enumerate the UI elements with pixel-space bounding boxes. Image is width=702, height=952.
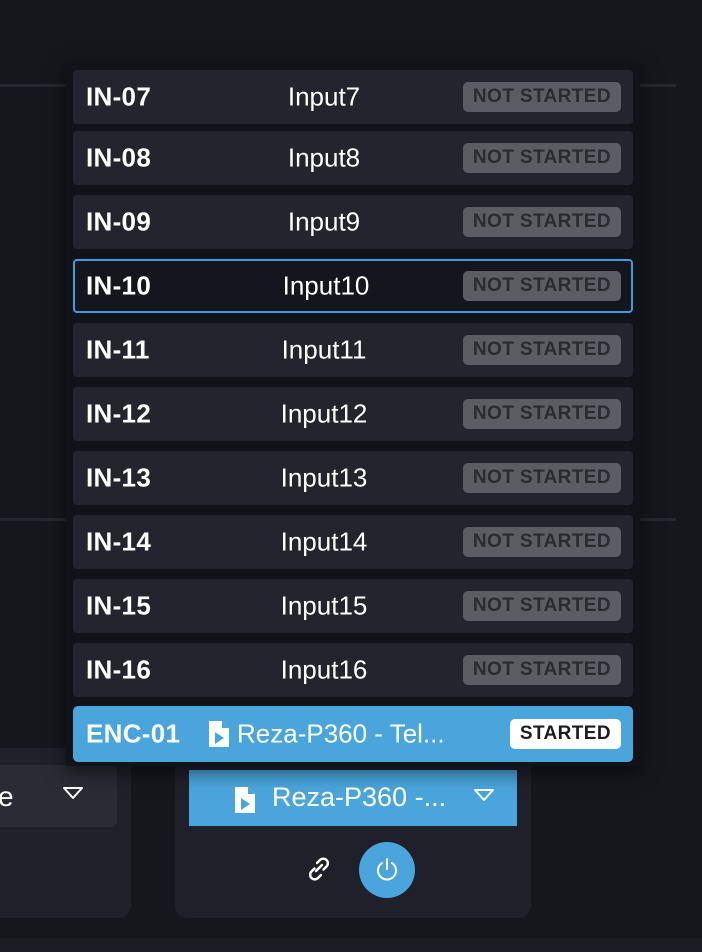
- option-name: Input7: [287, 81, 361, 112]
- status-badge: NOT STARTED: [462, 591, 621, 621]
- option-id: IN-16: [86, 654, 152, 685]
- option-id: IN-13: [86, 462, 152, 493]
- option-name: Input13: [280, 462, 368, 493]
- option-name: Reza-P360 - Tel...: [237, 718, 445, 749]
- power-button[interactable]: [359, 842, 415, 898]
- status-badge: NOT STARTED: [462, 399, 621, 429]
- document-play-icon: [208, 720, 230, 753]
- status-badge: NOT STARTED: [462, 463, 621, 493]
- option-id: IN-11: [86, 334, 150, 365]
- dropdown-option[interactable]: IN-11 Input11 NOT STARTED: [73, 323, 633, 377]
- option-id: IN-10: [86, 270, 152, 301]
- link-icon[interactable]: [305, 856, 333, 887]
- bottom-panel-edge: [0, 938, 702, 952]
- status-badge: STARTED: [509, 719, 621, 749]
- option-name: Input10: [282, 270, 370, 301]
- left-source-select[interactable]: e: [0, 765, 117, 827]
- dropdown-option[interactable]: IN-14 Input14 NOT STARTED: [73, 515, 633, 569]
- status-badge: NOT STARTED: [462, 143, 621, 173]
- dropdown-option[interactable]: IN-15 Input15 NOT STARTED: [73, 579, 633, 633]
- option-id: IN-07: [86, 81, 152, 112]
- option-id: IN-15: [86, 590, 152, 621]
- dropdown-option-focused[interactable]: IN-10 Input10 NOT STARTED: [73, 259, 633, 313]
- dropdown-option[interactable]: IN-12 Input12 NOT STARTED: [73, 387, 633, 441]
- dropdown-option[interactable]: IN-07 Input7 NOT STARTED: [73, 70, 633, 124]
- dropdown-option-selected[interactable]: ENC-01 Reza-P360 - Tel... STARTED: [73, 706, 633, 762]
- option-name: Input14: [280, 526, 368, 557]
- option-id: IN-09: [86, 206, 152, 237]
- dropdown-option[interactable]: IN-16 Input16 NOT STARTED: [73, 643, 633, 697]
- option-name: Input9: [287, 206, 361, 237]
- right-select-value: Reza-P360 -...: [272, 782, 447, 812]
- chevron-down-icon: [473, 788, 495, 807]
- option-id: IN-14: [86, 526, 152, 557]
- option-id: IN-08: [86, 142, 152, 173]
- option-name: Input15: [280, 590, 368, 621]
- status-badge: NOT STARTED: [462, 271, 621, 301]
- status-badge: NOT STARTED: [462, 655, 621, 685]
- status-badge: NOT STARTED: [462, 207, 621, 237]
- option-name: Input12: [280, 398, 368, 429]
- dropdown-option[interactable]: IN-09 Input9 NOT STARTED: [73, 195, 633, 249]
- status-badge: NOT STARTED: [462, 527, 621, 557]
- source-dropdown-list: IN-07 Input7 NOT STARTED IN-08 Input8 NO…: [66, 62, 640, 766]
- option-name: Input16: [280, 654, 368, 685]
- option-id: IN-12: [86, 398, 152, 429]
- dropdown-option[interactable]: IN-13 Input13 NOT STARTED: [73, 451, 633, 505]
- dropdown-option[interactable]: IN-08 Input8 NOT STARTED: [73, 131, 633, 185]
- option-name: Input11: [281, 334, 367, 365]
- option-id: ENC-01: [86, 718, 181, 749]
- status-badge: NOT STARTED: [462, 335, 621, 365]
- status-badge: NOT STARTED: [462, 82, 621, 112]
- left-select-value: e: [0, 781, 14, 812]
- option-name: Input8: [287, 142, 361, 173]
- document-play-icon: [234, 786, 256, 819]
- right-source-select[interactable]: Reza-P360 -...: [189, 770, 517, 826]
